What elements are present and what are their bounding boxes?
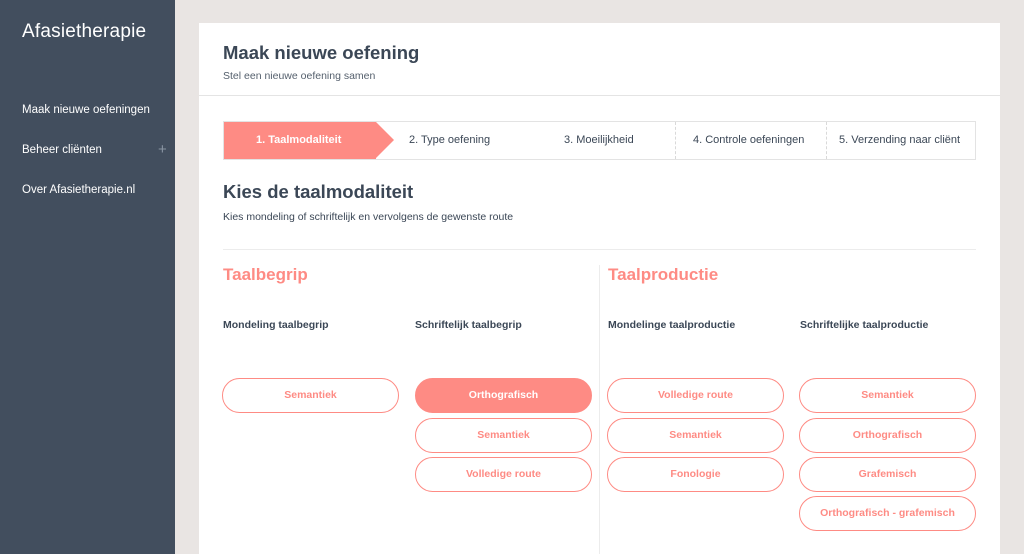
active-step-arrow: [376, 122, 394, 158]
step-taalmodaliteit[interactable]: 1. Taalmodaliteit: [224, 122, 376, 159]
step-separator: [826, 122, 827, 159]
step-verzending-naar-client[interactable]: 5. Verzending naar cliënt: [839, 122, 960, 159]
sidebar: Afasietherapie Maak nieuwe oefeningen Be…: [0, 0, 175, 554]
header-divider: [199, 95, 1000, 96]
option-button[interactable]: Volledige route: [415, 457, 592, 492]
column-heading-mondeling-taalbegrip: Mondeling taalbegrip: [223, 319, 329, 331]
section-subtitle: Kies mondeling of schriftelijk en vervol…: [223, 211, 514, 223]
column-heading-mondelinge-taalproductie: Mondelinge taalproductie: [608, 319, 736, 331]
option-button[interactable]: Semantiek: [607, 418, 784, 453]
step-moeilijkheid[interactable]: 3. Moeilijkheid: [564, 122, 634, 159]
page-title: Maak nieuwe oefening: [223, 42, 420, 63]
option-button[interactable]: Semantiek: [222, 378, 399, 413]
section-divider: [223, 249, 976, 250]
option-button[interactable]: Fonologie: [607, 457, 784, 492]
group-title-taalbegrip: Taalbegrip: [223, 265, 308, 284]
logo-text: fasietherapie: [34, 21, 147, 42]
option-button[interactable]: Grafemisch: [799, 457, 976, 492]
app-logo[interactable]: Afasietherapie: [22, 21, 146, 43]
column-heading-schriftelijk-taalbegrip: Schriftelijk taalbegrip: [415, 319, 522, 331]
column-heading-schriftelijke-taalproductie: Schriftelijke taalproductie: [800, 319, 929, 331]
step-separator: [675, 122, 676, 159]
sidebar-item-maak-nieuwe-oefeningen[interactable]: Maak nieuwe oefeningen: [22, 104, 150, 116]
sidebar-item-beheer-clienten[interactable]: Beheer cliënten: [22, 144, 102, 156]
sidebar-item-over-afasietherapie[interactable]: Over Afasietherapie.nl: [22, 184, 135, 196]
main-card: Maak nieuwe oefening Stel een nieuwe oef…: [199, 23, 1000, 554]
group-title-taalproductie: Taalproductie: [608, 265, 719, 284]
step-controle-oefeningen[interactable]: 4. Controle oefeningen: [693, 122, 804, 159]
column-divider: [599, 265, 600, 554]
option-button[interactable]: Semantiek: [799, 378, 976, 413]
page-subtitle: Stel een nieuwe oefening samen: [223, 70, 376, 82]
step-type-oefening[interactable]: 2. Type oefening: [409, 122, 490, 159]
step-progress-bar: 1. Taalmodaliteit 2. Type oefening 3. Mo…: [223, 121, 976, 160]
logo-mark: A: [22, 21, 35, 42]
option-button[interactable]: Volledige route: [607, 378, 784, 413]
option-button[interactable]: Orthografisch: [799, 418, 976, 453]
option-button[interactable]: Semantiek: [415, 418, 592, 453]
section-title: Kies de taalmodaliteit: [223, 181, 414, 202]
option-button-selected[interactable]: Orthografisch: [415, 378, 592, 413]
expand-plus-icon[interactable]: +: [158, 142, 167, 158]
option-button[interactable]: Orthografisch - grafemisch: [799, 496, 976, 531]
